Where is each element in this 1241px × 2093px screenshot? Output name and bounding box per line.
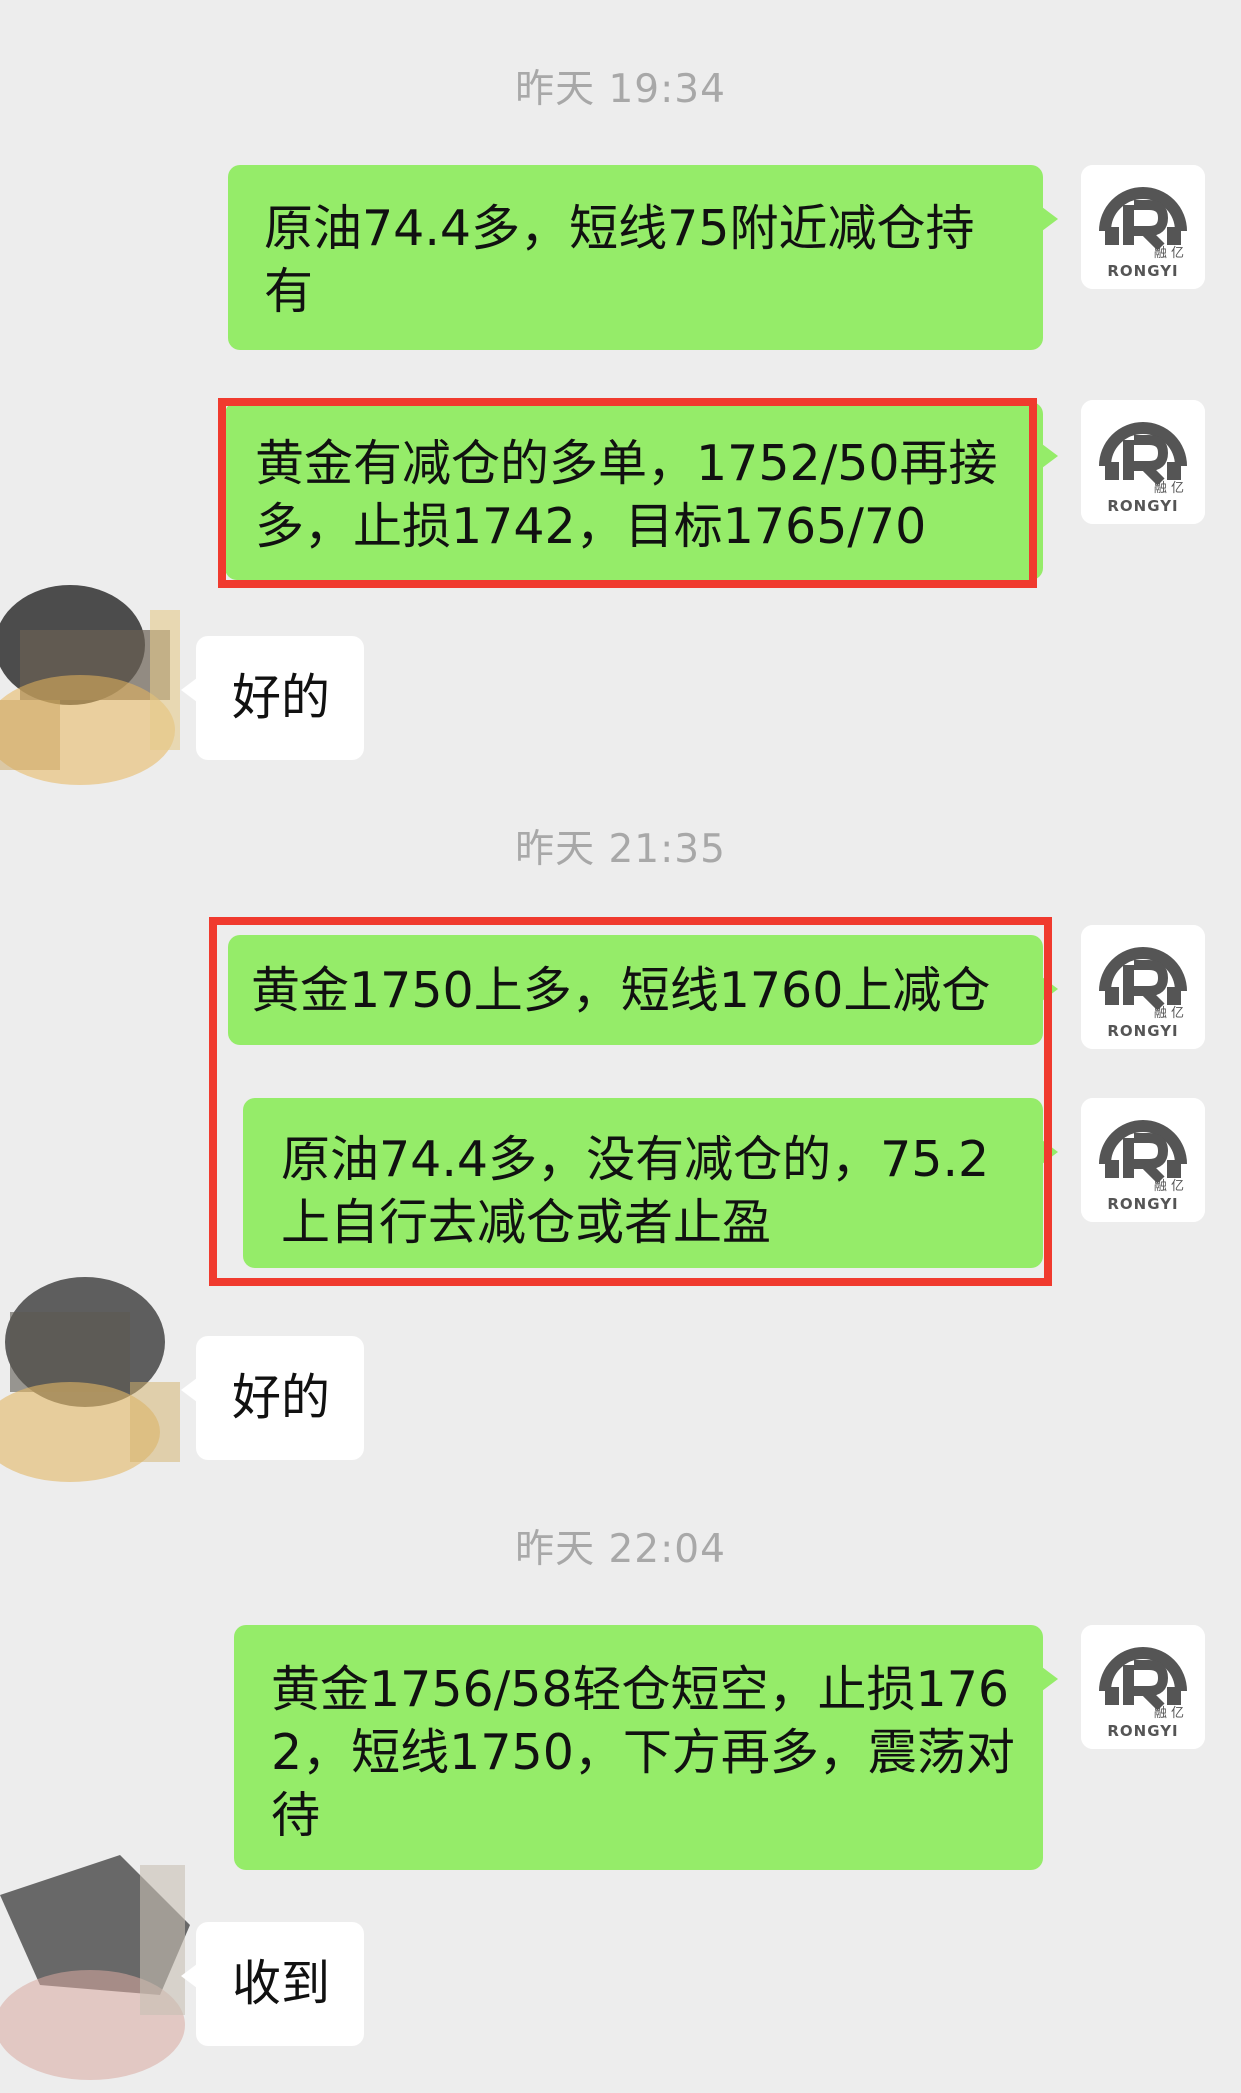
- timestamp: 昨天 21:35: [515, 827, 726, 872]
- message-text: 原油74.4多，短线75附近减仓持有: [264, 200, 975, 320]
- message-text: 好的: [232, 669, 331, 726]
- rongyi-logo-icon: 融 亿 RONGYI: [1081, 400, 1205, 524]
- contact-avatar[interactable]: [0, 1262, 195, 1482]
- message-text: 收到: [232, 1955, 331, 2012]
- message-text: 黄金1750上多，短线1760上减仓: [251, 962, 991, 1019]
- message-text: 好的: [232, 1369, 331, 1426]
- timestamp: 昨天 19:34: [515, 67, 726, 112]
- message-bubble[interactable]: 黄金1750上多，短线1760上减仓: [228, 935, 1058, 1045]
- self-avatar[interactable]: 融 亿 RONGYI: [1081, 400, 1205, 524]
- message-bubble[interactable]: 原油74.4多，短线75附近减仓持有: [228, 165, 1058, 350]
- self-avatar[interactable]: 融 亿 RONGYI: [1081, 925, 1205, 1049]
- message-bubble[interactable]: 收到: [181, 1922, 364, 2046]
- timestamp: 昨天 22:04: [515, 1527, 726, 1572]
- contact-avatar-image: [0, 1262, 195, 1482]
- rongyi-logo-icon: 融 亿 RONGYI: [1081, 1098, 1205, 1222]
- message-text: 黄金有减仓的多单，1752/50再接多，止损1742，目标1765/70: [255, 435, 998, 555]
- contact-avatar-image: [0, 1835, 195, 2093]
- message-text: 黄金1756/58轻仓短空，止损1762，短线1750，下方再多，震荡对待: [271, 1661, 1015, 1844]
- message-bubble[interactable]: 好的: [181, 636, 364, 760]
- message-bubble[interactable]: 原油74.4多，没有减仓的，75.2上自行去减仓或者止盈: [243, 1098, 1058, 1268]
- message-bubble[interactable]: 好的: [181, 1336, 364, 1460]
- contact-avatar[interactable]: [0, 570, 195, 790]
- self-avatar[interactable]: 融 亿 RONGYI: [1081, 165, 1205, 289]
- rongyi-logo-icon: 融 亿 RONGYI: [1081, 165, 1205, 289]
- message-bubble[interactable]: 黄金1756/58轻仓短空，止损1762，短线1750，下方再多，震荡对待: [234, 1625, 1058, 1870]
- self-avatar[interactable]: 融 亿 RONGYI: [1081, 1625, 1205, 1749]
- rongyi-logo-icon: 融 亿 RONGYI: [1081, 1625, 1205, 1749]
- logo-cn-text: 融 亿: [1154, 481, 1184, 496]
- logo-cn-text: 融 亿: [1154, 1179, 1184, 1194]
- logo-cn-text: 融 亿: [1154, 246, 1184, 261]
- logo-cn-text: 融 亿: [1154, 1706, 1184, 1721]
- logo-text: RONGYI: [1107, 1022, 1178, 1040]
- rongyi-logo-icon: 融 亿 RONGYI: [1081, 925, 1205, 1049]
- logo-text: RONGYI: [1107, 262, 1178, 280]
- logo-text: RONGYI: [1107, 497, 1178, 515]
- self-avatar[interactable]: 融 亿 RONGYI: [1081, 1098, 1205, 1222]
- contact-avatar[interactable]: [0, 1835, 195, 2093]
- logo-text: RONGYI: [1107, 1195, 1178, 1213]
- logo-cn-text: 融 亿: [1154, 1006, 1184, 1021]
- message-bubble[interactable]: 黄金有减仓的多单，1752/50再接多，止损1742，目标1765/70: [225, 402, 1058, 580]
- logo-text: RONGYI: [1107, 1722, 1178, 1740]
- contact-avatar-image: [0, 570, 195, 790]
- message-text: 原油74.4多，没有减仓的，75.2上自行去减仓或者止盈: [281, 1131, 990, 1251]
